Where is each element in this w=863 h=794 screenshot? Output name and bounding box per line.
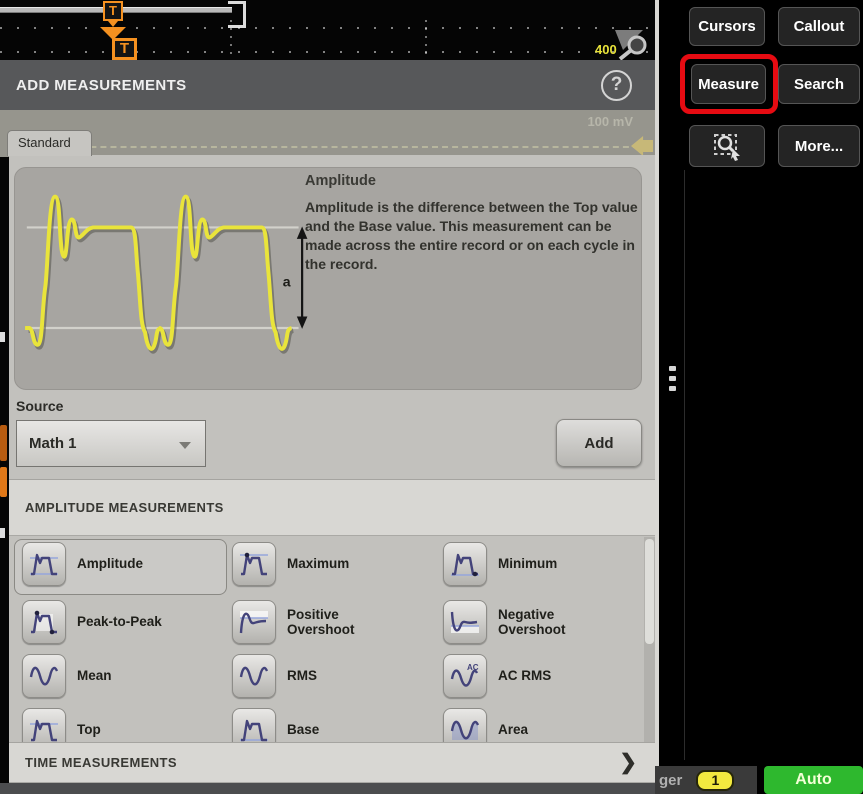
- measurement-negative-overshoot[interactable]: Negative Overshoot: [443, 600, 610, 644]
- minimum-waveform-icon[interactable]: [443, 542, 487, 586]
- trigger-status-text: ger: [659, 772, 682, 789]
- description-text: Amplitude is the difference between the …: [305, 198, 640, 274]
- auto-trigger-button[interactable]: Auto: [764, 766, 863, 794]
- chevron-down-icon: [179, 442, 191, 449]
- chevron-right-icon[interactable]: ❯: [619, 752, 637, 773]
- section-time-label: TIME MEASUREMENTS: [25, 755, 177, 770]
- amplitude-diagram: a: [18, 172, 318, 372]
- trigger-level-marker[interactable]: T: [112, 38, 137, 60]
- measurement-label: Minimum: [498, 556, 610, 571]
- measurement-maximum[interactable]: Maximum: [232, 542, 399, 586]
- screen-edge-strip: [0, 157, 9, 794]
- source-label: Source: [16, 398, 63, 414]
- measurement-rms[interactable]: RMS: [232, 654, 399, 698]
- measurement-label: Top: [77, 722, 189, 737]
- panel-divider: [684, 170, 685, 760]
- amplitude-waveform-icon[interactable]: [22, 542, 66, 586]
- dialog-shadow-strip: 100 mV: [0, 110, 655, 157]
- amplitude-arrow-label: a: [283, 274, 291, 290]
- maximum-waveform-icon[interactable]: [232, 542, 276, 586]
- section-time-measurements[interactable]: TIME MEASUREMENTS ❯: [9, 742, 655, 783]
- zoom-indicator-icon[interactable]: [613, 30, 653, 60]
- trigger-notch-icon: [108, 21, 118, 27]
- section-amplitude-label: AMPLITUDE MEASUREMENTS: [25, 500, 224, 515]
- ac-rms-waveform-icon[interactable]: AC: [443, 654, 487, 698]
- negative-overshoot-waveform-icon[interactable]: [443, 600, 487, 644]
- cursors-button[interactable]: Cursors: [689, 7, 765, 46]
- description-title: Amplitude: [305, 173, 376, 189]
- grid-scrollbar[interactable]: [644, 537, 655, 742]
- source-value: Math 1: [29, 435, 77, 452]
- measurement-label: AC RMS: [498, 668, 610, 683]
- more-button[interactable]: More...: [778, 125, 860, 167]
- ground-reference-line: [10, 146, 649, 148]
- trigger-source-badge[interactable]: 1: [696, 770, 734, 791]
- measurement-ac-rms[interactable]: AC AC RMS: [443, 654, 610, 698]
- channel-scale-readout: 100 mV: [587, 114, 633, 129]
- measurement-label: Negative Overshoot: [498, 607, 610, 637]
- graticule-dots: [0, 27, 655, 29]
- graticule-dots: [230, 20, 232, 60]
- waveform-fragment: [0, 467, 7, 497]
- positive-overshoot-waveform-icon[interactable]: [232, 600, 276, 644]
- measure-highlight-annotation: [680, 54, 778, 114]
- source-dropdown[interactable]: Math 1: [16, 420, 206, 467]
- mean-waveform-icon[interactable]: [22, 654, 66, 698]
- measurement-label: Peak-to-Peak: [77, 614, 189, 629]
- waveform-display: T T 400: [0, 0, 655, 60]
- search-button[interactable]: Search: [778, 64, 860, 104]
- peak-to-peak-waveform-icon[interactable]: [22, 600, 66, 644]
- zoom-select-button[interactable]: [689, 125, 765, 167]
- help-button[interactable]: ?: [601, 70, 632, 101]
- scrollbar-thumb[interactable]: [645, 539, 654, 644]
- control-panel: [655, 0, 863, 794]
- svg-text:AC: AC: [467, 663, 479, 672]
- measurement-label: Positive Overshoot: [287, 607, 399, 637]
- zoom-select-icon: [711, 131, 743, 161]
- measurement-label: RMS: [287, 668, 399, 683]
- graticule-dots: [0, 51, 655, 53]
- measurement-label: Base: [287, 722, 399, 737]
- dialog-title: ADD MEASUREMENTS: [16, 77, 187, 94]
- trigger-status-fragment: ger 1: [655, 766, 757, 794]
- dialog-right-edge: [655, 0, 659, 794]
- measurement-peak-to-peak[interactable]: Peak-to-Peak: [22, 600, 189, 644]
- trigger-position-marker[interactable]: T: [103, 1, 123, 21]
- measurement-positive-overshoot[interactable]: Positive Overshoot: [232, 600, 399, 644]
- cursor-tick: [0, 528, 5, 538]
- dialog-bottom-edge: [0, 783, 655, 794]
- tab-standard[interactable]: Standard: [7, 130, 92, 156]
- add-button[interactable]: Add: [556, 419, 642, 467]
- measurement-label: Maximum: [287, 556, 399, 571]
- callout-button[interactable]: Callout: [778, 7, 860, 46]
- graticule-dots: [425, 20, 427, 60]
- rms-waveform-icon[interactable]: [232, 654, 276, 698]
- cursor-tick: [0, 332, 5, 342]
- channel-reference-arrow-icon: [631, 136, 653, 156]
- measurement-minimum[interactable]: Minimum: [443, 542, 610, 586]
- measurement-label: Amplitude: [77, 556, 189, 571]
- section-amplitude-measurements: AMPLITUDE MEASUREMENTS: [9, 479, 655, 536]
- measurement-mean[interactable]: Mean: [22, 654, 189, 698]
- measurement-amplitude[interactable]: Amplitude: [22, 542, 189, 586]
- measurement-label: Area: [498, 722, 610, 737]
- dialog-titlebar[interactable]: ADD MEASUREMENTS: [0, 60, 655, 110]
- measurement-label: Mean: [77, 668, 189, 683]
- panel-drag-handle[interactable]: [669, 366, 677, 396]
- waveform-fragment: [0, 425, 7, 461]
- oscilloscope-ui: T T 400 ADD MEASUREMENTS ? 100 mV Standa…: [0, 0, 863, 794]
